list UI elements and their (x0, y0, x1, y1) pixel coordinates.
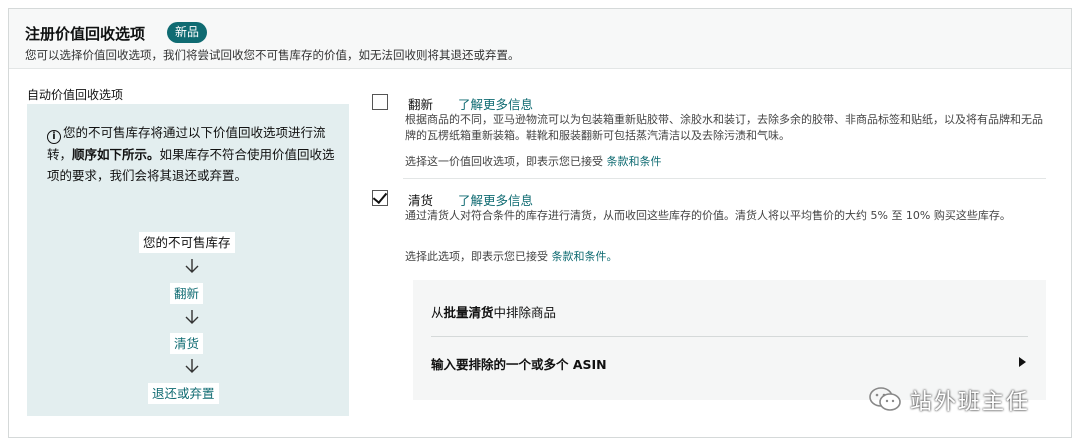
exclude-divider (431, 336, 1028, 337)
exclude-title: 从批量清货中排除商品 (431, 302, 556, 321)
option-divider (403, 178, 1046, 179)
option-liquidate: 清货 了解更多信息 通过清货人对符合条件的库存进行清货，从而收回这些库存的价值。… (372, 188, 1040, 270)
refurbish-terms-text: 选择这一价值回收选项，即表示您已接受 (405, 155, 603, 168)
liquidate-title: 清货 (408, 193, 434, 208)
info-message: i 您的不可售库存将通过以下价值回收选项进行流转，顺序如下所示。如果库存不符合使用… (47, 122, 337, 186)
flow-step-unsellable: 您的不可售库存 (139, 232, 235, 253)
refurbish-terms: 选择这一价值回收选项，即表示您已接受 条款和条件 (405, 153, 662, 169)
liquidate-terms-link[interactable]: 条款和条件。 (552, 250, 618, 263)
watermark-text: 站外班主任 (910, 390, 1031, 415)
flow-step-return-dispose[interactable]: 退还或弃置 (148, 383, 219, 404)
arrow-down-icon (185, 310, 199, 324)
arrow-down-icon (185, 359, 199, 373)
info-text-bold: 顺序如下所示。 (72, 147, 160, 162)
caret-right-icon[interactable] (1019, 357, 1026, 367)
flow-info-panel: i 您的不可售库存将通过以下价值回收选项进行流转，顺序如下所示。如果库存不符合使用… (27, 104, 349, 416)
exclude-bold: 批量清货 (443, 305, 494, 320)
exclude-prefix: 从 (431, 305, 444, 320)
card-header: 注册价值回收选项 新品 您可以选择价值回收选项，我们将尝试回收您不可售库存的价值… (9, 9, 1071, 69)
option-refurbish: 翻新 了解更多信息 根据商品的不同，亚马逊物流可以为包装箱重新贴胶带、涂胶水和装… (372, 94, 1043, 174)
refurbish-title: 翻新 (408, 97, 434, 112)
arrow-down-icon (185, 259, 199, 273)
asin-expander-label[interactable]: 输入要排除的一个或多个 ASIN (431, 354, 607, 373)
exclude-asin-panel: 从批量清货中排除商品 输入要排除的一个或多个 ASIN (413, 280, 1046, 400)
refurbish-checkbox[interactable] (372, 94, 388, 110)
liquidate-learn-more-link[interactable]: 了解更多信息 (458, 190, 533, 209)
new-badge: 新品 (167, 22, 208, 43)
liquidate-description: 通过清货人对符合条件的库存进行清货，从而收回这些库存的价值。清货人将以平均售价的… (405, 209, 1011, 222)
checkmark-icon (372, 188, 388, 205)
refurbish-description: 根据商品的不同，亚马逊物流可以为包装箱重新贴胶带、涂胶水和装订，去除多余的胶带、… (405, 113, 1043, 142)
auto-recovery-label: 自动价值回收选项 (27, 88, 124, 102)
flow-step-liquidate[interactable]: 清货 (170, 333, 204, 354)
liquidate-checkbox[interactable] (372, 188, 388, 206)
wechat-icon (869, 387, 901, 411)
info-icon: i (47, 130, 61, 144)
exclude-suffix: 中排除商品 (493, 305, 557, 320)
refurbish-terms-link[interactable]: 条款和条件 (607, 155, 662, 168)
page-title: 注册价值回收选项 (25, 25, 146, 43)
refurbish-learn-more-link[interactable]: 了解更多信息 (458, 94, 533, 113)
liquidate-terms-text: 选择此选项，即表示您已接受 (405, 250, 548, 263)
page-subtitle: 您可以选择价值回收选项，我们将尝试回收您不可售库存的价值，如无法回收则将其退还或… (25, 48, 520, 62)
flow-step-refurbish[interactable]: 翻新 (170, 283, 204, 304)
liquidate-terms: 选择此选项，即表示您已接受 条款和条件。 (405, 248, 618, 264)
